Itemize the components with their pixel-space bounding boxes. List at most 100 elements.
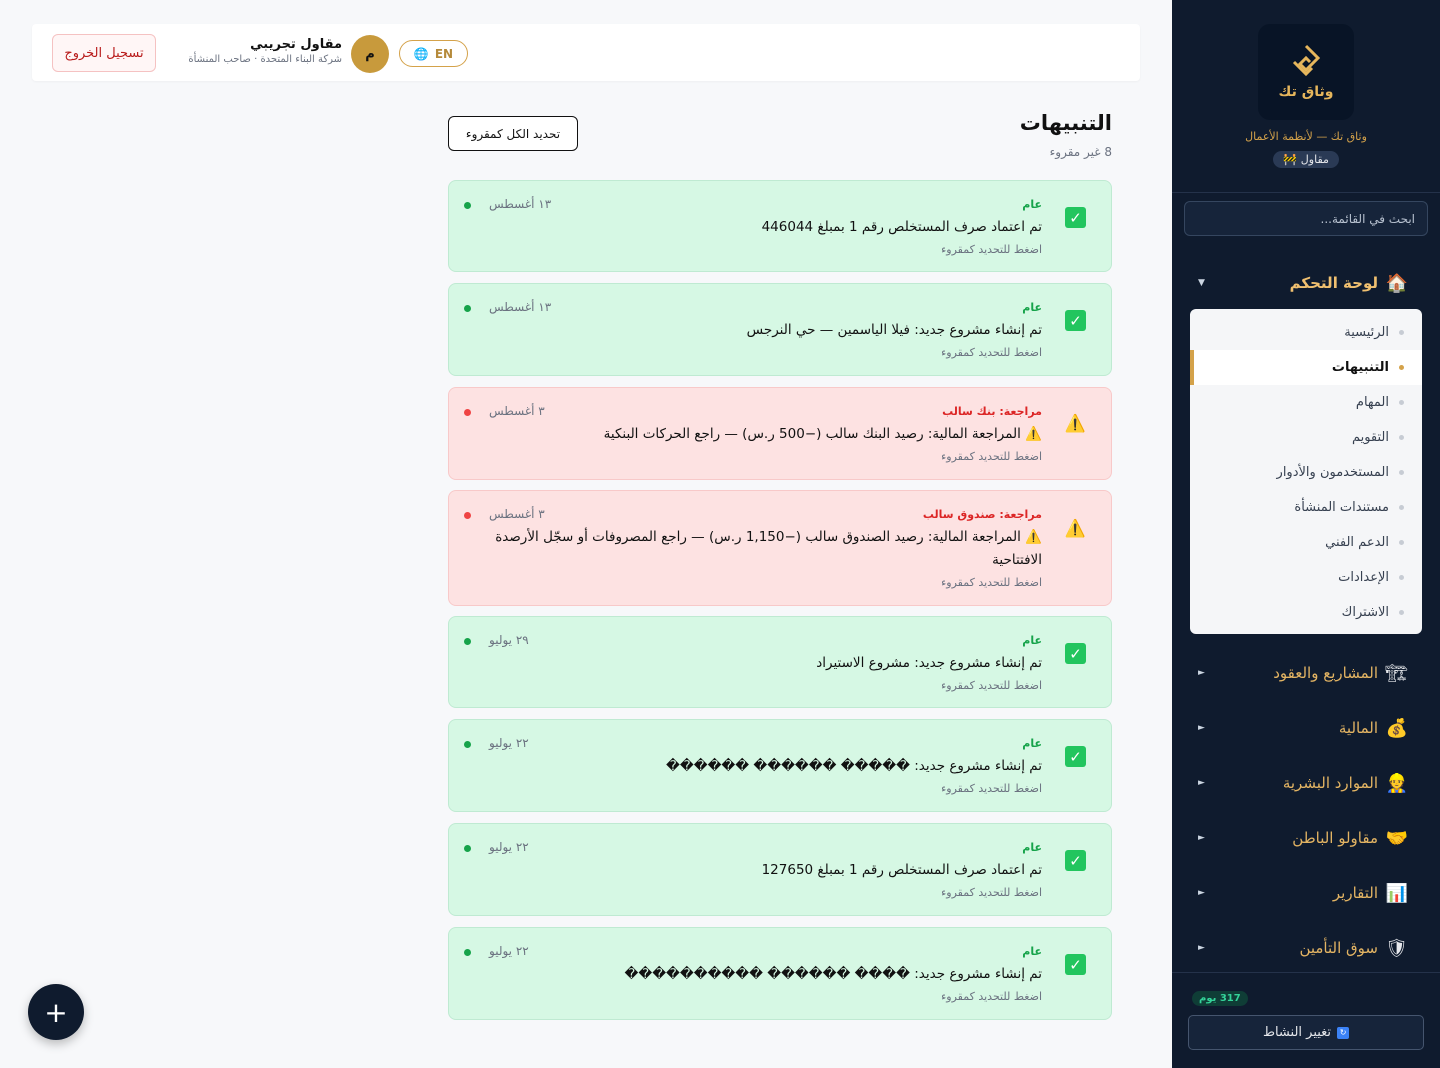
notification-card[interactable]: ⚠️ مراجعة: صندوق سالب ⚠️ المراجعة المالي…: [448, 490, 1112, 606]
notification-card[interactable]: ✓ عام تم إنشاء مشروع جديد: فيلا الياسمين…: [448, 283, 1112, 376]
dashboard-submenu: الرئيسية التنبيهات المهام التقويم المستخ…: [1190, 309, 1422, 634]
sub-item-tasks[interactable]: المهام: [1190, 385, 1422, 420]
top-bar: م مقاول تجريبي شركة البناء المتحدة · صاح…: [32, 24, 1140, 81]
checkbox-icon: ✓: [1065, 310, 1086, 331]
nav-group-label: لوحة التحكم: [1289, 274, 1378, 292]
notification-body: عام تم اعتماد صرف المستخلص رقم 1 بمبلغ 4…: [482, 198, 1042, 256]
brand-tagline: وثاق تك — لأنظمة الأعمال: [1245, 130, 1367, 143]
sub-item-subscription[interactable]: الاشتراك: [1190, 595, 1422, 630]
checkbox-icon: ✓: [1065, 850, 1086, 871]
sub-item-home[interactable]: الرئيسية: [1190, 315, 1422, 350]
notification-message: تم إنشاء مشروع جديد: ����� ������ ������: [666, 758, 1042, 774]
bullet-icon: [1399, 435, 1404, 440]
nav-group-finance[interactable]: 💰 المالية ►: [1172, 708, 1440, 748]
plus-icon: +: [44, 995, 68, 1029]
sub-item-users-roles[interactable]: المستخدمون والأدوار: [1190, 455, 1422, 490]
notification-message: ⚠️ المراجعة المالية: رصيد البنك سالب (−5…: [603, 426, 1042, 442]
unread-dot-icon: [464, 638, 471, 645]
notification-card[interactable]: ✓ عام تم إنشاء مشروع جديد: ����� ������ …: [448, 719, 1112, 812]
sub-item-settings[interactable]: الإعدادات: [1190, 560, 1422, 595]
sub-item-calendar[interactable]: التقويم: [1190, 420, 1422, 455]
nav-group-label: المشاريع والعقود: [1273, 664, 1378, 682]
add-fab-button[interactable]: +: [28, 984, 84, 1040]
role-label: مقاول: [1300, 153, 1329, 166]
unread-dot-icon: [464, 741, 471, 748]
nav-group-label: التقارير: [1332, 884, 1378, 902]
brand-logo[interactable]: وثاق تك: [1258, 24, 1354, 120]
nav-group-reports[interactable]: 📊 التقارير ►: [1172, 873, 1440, 913]
mark-all-read-button[interactable]: تحديد الكل كمقروء: [448, 116, 578, 151]
notification-category: عام: [1022, 301, 1042, 314]
unread-dot-icon: [464, 305, 471, 312]
days-left-badge: 317 يوم: [1192, 991, 1248, 1006]
nav-group-subcontractors[interactable]: 🤝 مقاولو الباطن ►: [1172, 818, 1440, 858]
logout-button[interactable]: تسجيل الخروج: [52, 34, 156, 72]
page-title: التنبيهات: [1019, 111, 1112, 135]
notification-body: عام تم اعتماد صرف المستخلص رقم 1 بمبلغ 1…: [482, 841, 1042, 899]
sidebar: وثاق تك وثاق تك — لأنظمة الأعمال مقاول 🚧…: [1172, 0, 1440, 1068]
notification-card[interactable]: ✓ عام تم إنشاء مشروع جديد: ���� ������ �…: [448, 927, 1112, 1020]
globe-icon: 🌐: [413, 46, 429, 61]
notification-date: ٣ أغسطس: [489, 507, 545, 521]
sub-item-support[interactable]: الدعم الفني: [1190, 525, 1422, 560]
notification-hint: اضغط للتحديد كمقروء: [941, 679, 1042, 692]
notification-message: تم اعتماد صرف المستخلص رقم 1 بمبلغ 44604…: [761, 219, 1042, 235]
sub-item-notifications[interactable]: التنبيهات: [1190, 350, 1422, 385]
sub-item-label: الاشتراك: [1341, 605, 1389, 620]
sub-item-company-docs[interactable]: مستندات المنشأة: [1190, 490, 1422, 525]
notification-card[interactable]: ⚠️ مراجعة: بنك سالب ⚠️ المراجعة المالية:…: [448, 387, 1112, 480]
language-toggle-button[interactable]: EN 🌐: [399, 40, 468, 67]
notification-body: عام تم إنشاء مشروع جديد: فيلا الياسمين —…: [482, 301, 1042, 359]
nav-group-hr[interactable]: 👷 الموارد البشرية ►: [1172, 763, 1440, 803]
notification-card[interactable]: ✓ عام تم اعتماد صرف المستخلص رقم 1 بمبلغ…: [448, 823, 1112, 916]
notification-category: مراجعة: بنك سالب: [942, 405, 1042, 418]
notification-body: عام تم إنشاء مشروع جديد: مشروع الاستيراد…: [482, 634, 1042, 692]
unread-count: 8 غير مقروء: [1049, 145, 1112, 159]
unread-dot-icon: [464, 512, 471, 519]
unread-dot-icon: [464, 845, 471, 852]
sidebar-search-input[interactable]: [1184, 201, 1428, 236]
notification-card[interactable]: ✓ عام تم اعتماد صرف المستخلص رقم 1 بمبلغ…: [448, 180, 1112, 272]
avatar-letter: م: [365, 46, 375, 62]
sub-item-label: المستخدمون والأدوار: [1276, 465, 1389, 480]
chevron-down-icon: ▼: [1198, 278, 1205, 288]
avatar[interactable]: م: [351, 35, 389, 73]
notification-message: تم إنشاء مشروع جديد: مشروع الاستيراد: [816, 655, 1042, 671]
notification-category: عام: [1022, 737, 1042, 750]
notification-date: ٣ أغسطس: [489, 404, 545, 418]
sub-item-label: مستندات المنشأة: [1294, 500, 1389, 515]
nav-group-insurance[interactable]: 🛡 سوق التأمين ►: [1172, 928, 1440, 968]
notification-card[interactable]: ✓ عام تم إنشاء مشروع جديد: مشروع الاستير…: [448, 616, 1112, 708]
user-name: مقاول تجريبي: [250, 37, 342, 52]
notification-message: تم اعتماد صرف المستخلص رقم 1 بمبلغ 12765…: [761, 862, 1042, 878]
notification-date: ١٣ أغسطس: [489, 300, 552, 314]
bullet-icon: [1399, 330, 1404, 335]
notification-category: عام: [1022, 634, 1042, 647]
notification-message: تم إنشاء مشروع جديد: فيلا الياسمين — حي …: [746, 322, 1042, 338]
nav-group-projects[interactable]: 🏗 المشاريع والعقود ►: [1172, 653, 1440, 693]
notification-category: عام: [1022, 841, 1042, 854]
switch-activity-label: تغيير النشاط: [1262, 1025, 1332, 1040]
chevron-right-icon: ►: [1198, 723, 1205, 733]
unread-dot-icon: [464, 202, 471, 209]
nav-group-dashboard[interactable]: 🏠 لوحة التحكم ▼: [1172, 263, 1440, 303]
sidebar-brand: وثاق تك وثاق تك — لأنظمة الأعمال مقاول 🚧: [1172, 0, 1440, 193]
notification-category: مراجعة: صندوق سالب: [922, 508, 1042, 521]
switch-activity-button[interactable]: ↻ تغيير النشاط: [1188, 1015, 1424, 1050]
notification-body: عام تم إنشاء مشروع جديد: ����� ������ ��…: [482, 737, 1042, 795]
sub-item-label: التنبيهات: [1331, 360, 1389, 375]
notification-date: ٢٩ يوليو: [489, 633, 529, 647]
nav-group-label: سوق التأمين: [1299, 939, 1378, 957]
notification-hint: اضغط للتحديد كمقروء: [941, 576, 1042, 589]
chevron-right-icon: ►: [1198, 888, 1205, 898]
sub-item-label: التقويم: [1351, 430, 1389, 445]
language-label: EN: [434, 46, 454, 61]
crane-icon: 🏗: [1385, 662, 1408, 684]
sub-item-label: الدعم الفني: [1325, 535, 1389, 550]
role-badge: مقاول 🚧: [1273, 151, 1339, 168]
notification-date: ٢٢ يوليو: [489, 944, 529, 958]
construction-icon: 🚧: [1283, 153, 1297, 166]
sub-item-label: الإعدادات: [1338, 570, 1389, 585]
shield-icon: 🛡: [1385, 937, 1408, 959]
sub-item-label: الرئيسية: [1344, 325, 1389, 340]
